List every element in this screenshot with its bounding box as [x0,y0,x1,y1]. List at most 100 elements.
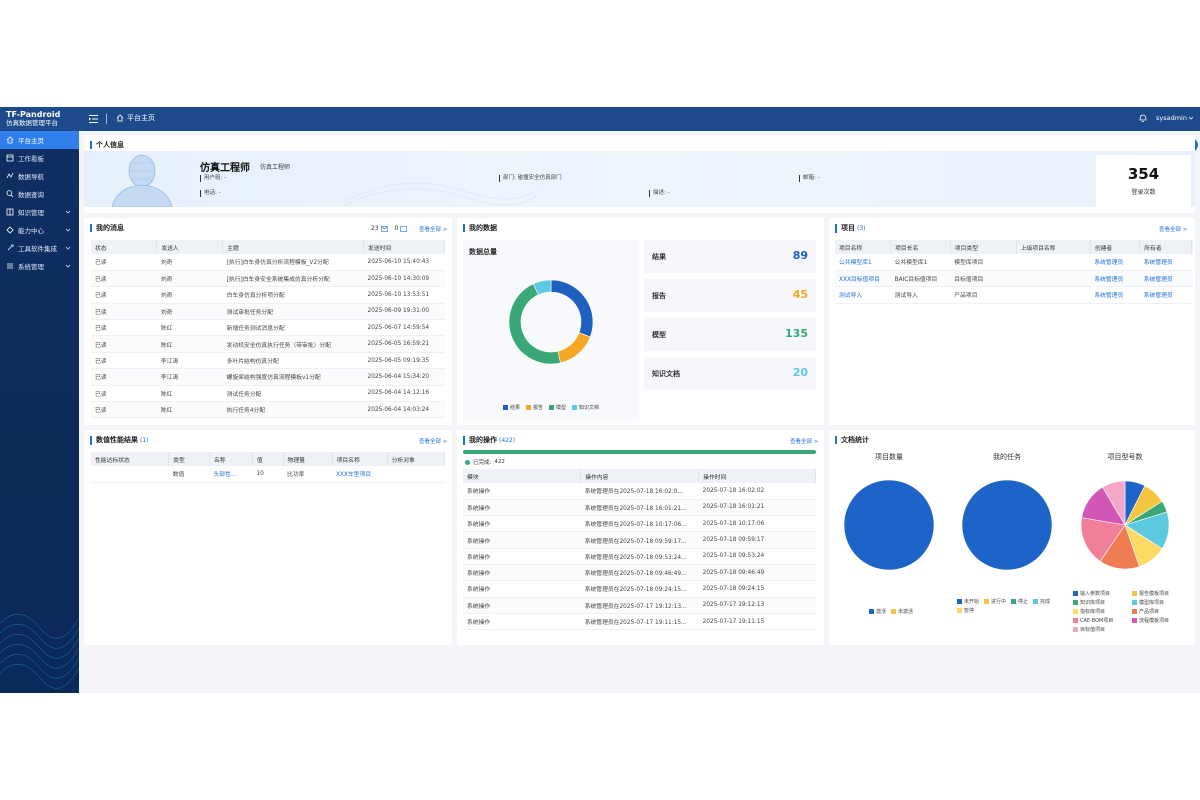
table-row[interactable]: 已读 刘奇 [执行]白车身安全系统集成仿真分析分配 2025-06-10 14:30:… [91,270,445,288]
column-header[interactable]: 发送时间 [363,240,445,254]
table-row[interactable]: 系统操作 系统管理员在2025-07-18 09:53:24... 2025-07-… [463,548,816,565]
table-row[interactable]: 已读 陈红 新增任务测试消息分配 2025-06-07 14:59:54 [91,319,445,337]
column-header[interactable]: 创建者 [1090,240,1141,254]
sidebar-item-0[interactable]: 平台主页 [0,131,79,149]
table-cell[interactable]: 头部性... [209,466,253,483]
legend-item[interactable]: 目标值项目 [1073,626,1127,633]
chevron-down-icon[interactable] [1188,115,1194,121]
sidebar-item-6[interactable]: 工具软件集成 [0,239,79,257]
stat-box[interactable]: 知识文档 20 [644,357,816,390]
legend-item[interactable]: 完成 [1033,598,1050,605]
user-name[interactable]: sysadmin [1156,114,1187,122]
legend-item[interactable]: 未开始 [957,598,979,605]
legend-item[interactable]: 模型 [549,404,566,411]
column-header[interactable]: 分析对象 [387,452,445,466]
legend-item[interactable]: 结果 [502,404,520,411]
table-row[interactable]: 已读 李江涛 螺旋桨结构强度仿真流程模板v1分配 2025-06-04 15:34:2… [91,368,445,386]
column-header[interactable]: 模块 [463,469,582,483]
legend-item[interactable]: 知识库项目 [1073,599,1127,606]
column-header[interactable]: 项目名称 [332,452,388,466]
legend-item[interactable]: 流程模板项目 [1132,617,1186,624]
table-cell[interactable]: 公共模型库1 [835,254,891,271]
legend-item[interactable]: 停止 [1011,598,1028,605]
table-cell[interactable]: 测试导入 [835,286,891,304]
table-cell[interactable]: 系统管理员 [1139,254,1192,271]
table-cell[interactable]: 系统管理员 [1139,270,1192,288]
column-header[interactable]: 项目长名 [890,240,951,254]
legend-item[interactable]: 模型库项目 [1132,599,1186,606]
stat-box[interactable]: 模型 135 [644,318,816,351]
table-cell[interactable]: 系统管理员 [1090,254,1140,271]
legend-item[interactable]: 知识文档 [572,404,599,411]
table-row[interactable]: 已读 陈红 发动机安全仿真执行任务（带审批）分配 2025-06-05 16:59:2… [91,335,445,353]
table-row[interactable]: 公共模型库1公共模型库1模型库项目系统管理员系统管理员2 [835,254,1193,271]
table-row[interactable]: 系统操作 系统管理员在2025-07-18 09:46:49... 2025-07-… [463,564,816,582]
table-cell[interactable]: XXX车型项目 [332,466,388,483]
sidebar-item-3[interactable]: 数据查询 [0,185,79,203]
column-header[interactable]: 操作时间 [698,469,816,483]
breadcrumb[interactable]: 平台主页 [116,113,155,123]
column-header[interactable]: 项目类型 [950,240,1017,254]
legend-item[interactable]: 进行中 [984,598,1006,605]
table-row[interactable]: 系统操作 系统管理员在2025-07-18 10:17:06... 2025-07-… [463,515,816,533]
table-row[interactable]: 已读 刘奇 [执行]白车身仿真分析流程模板_V2分配 2025-06-10 15:40… [91,254,445,271]
table-row[interactable]: 系统操作 系统管理员在2025-07-18 09:24:15... 2025-07-… [463,580,816,598]
column-header[interactable]: 性能达标状态 [91,452,170,466]
column-header[interactable]: 项目名称 [835,240,892,254]
table-row[interactable]: 系统操作 系统管理员在2025-07-18 16:01:21... 2025-07-… [463,499,816,517]
table-row[interactable]: 系统操作 系统管理员在2025-07-18 16:02:0... 2025-07-1… [463,483,816,500]
docs-1-slice-0[interactable] [961,479,1053,571]
data-total-slice-0[interactable] [550,279,594,338]
legend-item[interactable]: 指标库项目 [1073,608,1127,615]
legend-item[interactable]: 产品项目 [1132,608,1186,615]
column-header[interactable]: 主题 [222,240,365,254]
legend-item[interactable]: 激活 [869,608,886,615]
table-row[interactable]: 已读 刘奇 测试审批任务分配 2025-06-09 19:31:00 [91,303,445,321]
table-row[interactable]: 测试导入测试导入产品项目系统管理员系统管理员2 [835,286,1193,304]
legend-item[interactable]: 未激活 [891,608,913,615]
legend-item[interactable]: CAE-BOM项目 [1073,617,1127,624]
table-row[interactable]: 已读 陈红 测试任务分配 2025-06-04 14:12:16 [91,385,445,403]
sidebar-item-5[interactable]: 能力中心 [0,221,79,239]
ops-more-link[interactable]: 查看全部 > [790,437,818,445]
column-header[interactable]: 状态 [91,240,158,254]
messages-more-link[interactable]: 查看全部 > [419,225,447,233]
column-header[interactable]: 值 [252,452,284,466]
sidebar-item-1[interactable]: 工作看板 [0,149,79,167]
table-cell[interactable]: 系统管理员 [1139,286,1192,304]
perf-more-link[interactable]: 查看全部 > [419,437,447,445]
menu-fold-icon[interactable] [89,114,98,124]
sidebar-item-7[interactable]: 系统管理 [0,257,79,275]
stat-box[interactable]: 报告 45 [644,279,816,312]
table-row[interactable]: 已读 李江涛 多叶片结构仿真分配 2025-06-05 09:19:35 [91,352,445,370]
column-header[interactable]: 创 [1191,240,1193,254]
open-mail-icon[interactable] [400,225,408,232]
table-cell[interactable]: 系统管理员 [1090,270,1140,288]
table-row[interactable]: 系统操作 系统管理员在2025-07-18 09:59:17... 2025-07-… [463,531,816,549]
column-header[interactable]: 所有者 [1139,240,1192,254]
legend-item[interactable]: 暂停 [957,607,974,614]
sidebar-item-4[interactable]: 知识管理 [0,203,79,221]
column-header[interactable]: 发送人 [156,240,224,254]
column-header[interactable]: 类型 [168,452,210,466]
docs-0-slice-0[interactable] [843,479,935,571]
table-row[interactable]: 已读 陈红 执行任务4分配 2025-06-04 14:03:24 [91,401,445,419]
legend-item[interactable]: 输入参数项目 [1073,590,1127,597]
table-row[interactable]: 数值 头部性... 10 比功率 XXX车型项目 [91,466,445,483]
data-total-slice-2[interactable] [508,283,561,365]
table-row[interactable]: XXX目标值项目BAIC目标值项目目标值项目系统管理员系统管理员2 [835,270,1193,288]
table-row[interactable]: 系统操作 系统管理员在2025-07-17 19:12:13... 2025-07-… [463,597,816,614]
sidebar-item-2[interactable]: 数据导航 [0,167,79,185]
table-row[interactable]: 已读 刘奇 白车身仿真分析项分配 2025-06-10 13:53:51 [91,286,445,304]
stat-box[interactable]: 结果 89 [644,240,816,273]
bell-icon[interactable] [1139,113,1147,123]
table-row[interactable]: 系统操作 系统管理员在2025-07-17 19:11:15... 2025-07-… [463,613,816,631]
data-total-slice-1[interactable] [557,332,591,364]
table-cell[interactable]: 系统管理员 [1090,286,1140,304]
table-cell[interactable]: XXX目标值项目 [835,270,891,288]
column-header[interactable]: 操作内容 [580,469,700,483]
mail-icon[interactable] [380,225,388,232]
column-header[interactable]: 上级项目名称 [1016,240,1091,254]
legend-item[interactable]: 报告模板项目 [1132,590,1186,597]
column-header[interactable]: 物理量 [283,452,333,466]
